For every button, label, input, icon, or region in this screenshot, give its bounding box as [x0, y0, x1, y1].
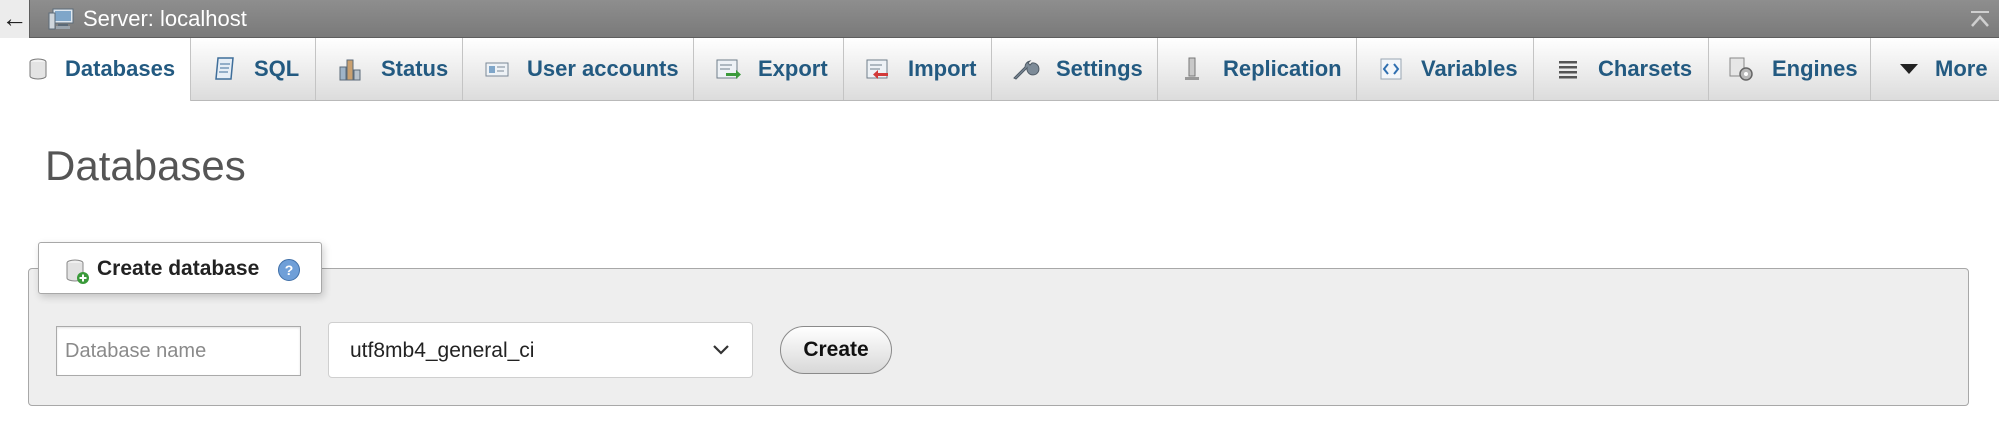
tab-more[interactable]: More — [1871, 38, 1999, 100]
tab-label: Variables — [1421, 56, 1518, 81]
tab-sql[interactable]: SQL — [191, 38, 316, 100]
replication-icon — [1185, 57, 1199, 80]
wrench-icon — [1013, 60, 1040, 80]
tab-label: Settings — [1056, 56, 1143, 81]
status-chart-icon — [339, 59, 361, 81]
tab-import[interactable]: Import — [844, 38, 992, 100]
create-database-legend: Create database ? — [38, 242, 322, 294]
database-name-input[interactable] — [56, 326, 301, 376]
tab-engines[interactable]: Engines — [1709, 38, 1871, 100]
tab-variables[interactable]: Variables — [1357, 38, 1534, 100]
chevron-down-icon — [713, 345, 729, 355]
server-breadcrumb-bar: ← Server: localhost — [0, 0, 1999, 38]
import-icon — [866, 59, 888, 79]
tab-label: Import — [908, 56, 977, 81]
variables-icon — [1380, 58, 1402, 80]
server-icon — [48, 8, 74, 30]
tab-charsets[interactable]: Charsets — [1534, 38, 1709, 100]
tab-label: User accounts — [527, 56, 679, 81]
tab-label: Databases — [65, 56, 176, 81]
collation-selected-value: utf8mb4_general_ci — [350, 339, 535, 362]
tab-label: SQL — [254, 56, 300, 81]
export-icon — [716, 59, 741, 79]
tab-export[interactable]: Export — [694, 38, 844, 100]
tab-settings[interactable]: Settings — [992, 38, 1158, 100]
tab-replication[interactable]: Replication — [1158, 38, 1357, 100]
tab-user-accounts[interactable]: User accounts — [463, 38, 694, 100]
dropdown-triangle-icon — [1900, 64, 1918, 74]
database-add-icon — [66, 259, 89, 284]
help-icon[interactable]: ? — [277, 258, 301, 282]
back-arrow-button[interactable]: ← — [0, 0, 30, 38]
tab-label: Charsets — [1598, 56, 1693, 81]
database-icon — [29, 58, 47, 80]
page-title: Databases — [45, 142, 246, 189]
tab-label: Export — [758, 56, 828, 81]
tab-label: Engines — [1772, 56, 1858, 81]
collation-select[interactable]: utf8mb4_general_ci — [328, 322, 753, 378]
server-title[interactable]: Server: localhost — [83, 0, 247, 38]
tab-databases[interactable]: Databases — [0, 38, 191, 101]
user-accounts-icon — [485, 62, 509, 77]
server-tab-bar: Databases SQL Status User accounts Expor… — [0, 38, 1999, 101]
tab-label: Status — [381, 56, 449, 81]
engines-gear-icon — [1729, 57, 1753, 81]
tab-status[interactable]: Status — [316, 38, 463, 100]
svg-text:?: ? — [285, 262, 294, 278]
collapse-up-icon[interactable] — [1969, 9, 1991, 29]
create-database-heading: Create database — [97, 257, 260, 280]
create-button[interactable]: Create — [780, 326, 892, 374]
charsets-icon — [1559, 61, 1577, 79]
tab-label: Replication — [1223, 56, 1342, 81]
sql-icon — [215, 57, 234, 80]
tab-label: More — [1935, 56, 1988, 81]
